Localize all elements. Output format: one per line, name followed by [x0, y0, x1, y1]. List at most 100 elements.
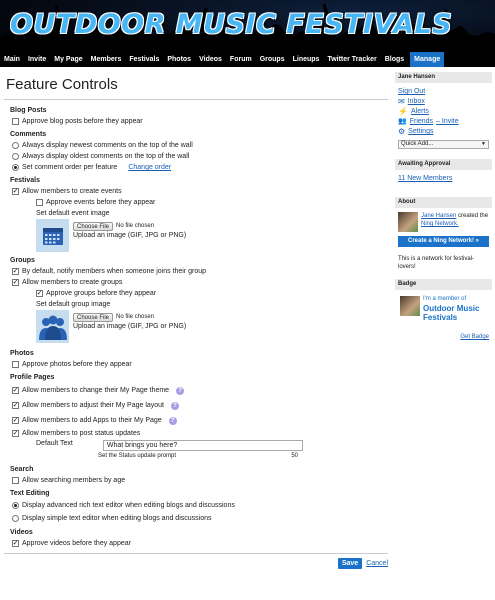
- main-nav: Main Invite My Page Members Festivals Ph…: [0, 52, 495, 67]
- option-label: Always display newest comments on the to…: [22, 142, 193, 149]
- event-image-upload: Choose File No file chosen Upload an ima…: [36, 219, 388, 252]
- option-label: Allow members to post status updates: [22, 430, 141, 437]
- option-approve-events[interactable]: Approve events before they appear: [36, 197, 388, 208]
- choose-file-button[interactable]: Choose File: [73, 221, 114, 231]
- checkbox-checked[interactable]: ✓: [36, 290, 43, 297]
- member-badge[interactable]: I'm a member of Outdoor Music Festivals: [398, 294, 489, 332]
- nav-invite[interactable]: Invite: [24, 52, 50, 67]
- network-link[interactable]: Ning Network.: [421, 221, 459, 227]
- checkbox-checked[interactable]: ✓: [12, 188, 19, 195]
- nav-forum[interactable]: Forum: [226, 52, 256, 67]
- option-add-apps[interactable]: ✓ Allow members to add Apps to their My …: [12, 413, 388, 428]
- nav-members[interactable]: Members: [87, 52, 126, 67]
- form-actions: Save Cancel: [4, 558, 388, 569]
- option-approve-blog-posts[interactable]: Approve blog posts before they appear: [12, 116, 388, 127]
- checkbox-checked[interactable]: ✓: [12, 279, 19, 286]
- alerts-link[interactable]: ⚡ Alerts: [395, 107, 492, 117]
- section-groups: Groups: [10, 257, 35, 264]
- file-status: No file chosen: [116, 223, 155, 229]
- option-allow-create-groups[interactable]: ✓ Allow members to create groups: [12, 277, 388, 288]
- about-description: This is a network for festival-lovers!: [398, 256, 475, 270]
- option-comment-order-per-feature[interactable]: Set comment order per feature Change ord…: [12, 162, 388, 173]
- get-badge-link[interactable]: Get Badge: [395, 334, 492, 340]
- checkbox[interactable]: [12, 118, 19, 125]
- help-icon[interactable]: ?: [168, 416, 177, 425]
- invite-friends-link[interactable]: – Invite: [436, 117, 459, 127]
- avatar[interactable]: [398, 212, 418, 232]
- option-change-theme[interactable]: ✓ Allow members to change their My Page …: [12, 383, 388, 398]
- default-event-image-label: Set default event image: [36, 210, 110, 217]
- nav-manage[interactable]: Manage: [410, 52, 445, 67]
- option-label: Allow members to create groups: [22, 279, 123, 286]
- nav-videos[interactable]: Videos: [195, 52, 226, 67]
- calendar-icon: [36, 219, 69, 252]
- choose-file-button[interactable]: Choose File: [73, 312, 114, 322]
- option-label: Allow members to create events: [22, 188, 122, 195]
- option-adjust-layout[interactable]: ✓ Allow members to adjust their My Page …: [12, 398, 388, 413]
- checkbox-checked[interactable]: ✓: [12, 540, 19, 547]
- radio[interactable]: [12, 142, 19, 149]
- checkbox[interactable]: [36, 199, 43, 206]
- user-name: Jane Hansen: [395, 72, 492, 83]
- radio[interactable]: [12, 153, 19, 160]
- option-label: Allow members to change their My Page th…: [22, 387, 170, 394]
- option-notify-group-join[interactable]: ✓ By default, notify members when someon…: [12, 266, 388, 277]
- nav-lineups[interactable]: Lineups: [289, 52, 324, 67]
- envelope-icon: ✉: [398, 97, 405, 106]
- quick-add-select[interactable]: Quick Add... ▼: [398, 140, 489, 149]
- nav-groups[interactable]: Groups: [256, 52, 289, 67]
- created-text: created the: [456, 213, 489, 219]
- section-festivals: Festivals: [10, 177, 40, 184]
- badge-member-text: I'm a member of: [423, 296, 467, 302]
- people-icon: [36, 310, 69, 343]
- nav-festivals[interactable]: Festivals: [125, 52, 163, 67]
- settings-link[interactable]: ⚙ Settings: [395, 127, 492, 137]
- option-rich-editor[interactable]: Display advanced rich text editor when e…: [12, 499, 388, 512]
- friends-link[interactable]: 👥 Friends – Invite: [395, 117, 492, 127]
- checkbox-checked[interactable]: ✓: [12, 268, 19, 275]
- help-icon[interactable]: ?: [176, 386, 185, 395]
- radio[interactable]: [12, 515, 19, 522]
- nav-blogs[interactable]: Blogs: [381, 52, 408, 67]
- nav-twitter-tracker[interactable]: Twitter Tracker: [323, 52, 380, 67]
- checkbox-checked[interactable]: ✓: [12, 402, 19, 409]
- option-search-by-age[interactable]: Allow searching members by age: [12, 475, 388, 486]
- create-network-button[interactable]: Create a Ning Network! »: [398, 236, 489, 247]
- inbox-link[interactable]: ✉ Inbox: [395, 97, 492, 107]
- save-button[interactable]: Save: [337, 558, 363, 569]
- change-order-link[interactable]: Change order: [128, 164, 171, 171]
- option-approve-photos[interactable]: Approve photos before they appear: [12, 359, 388, 370]
- checkbox-checked[interactable]: ✓: [12, 387, 19, 394]
- option-simple-editor[interactable]: Display simple text editor when editing …: [12, 512, 388, 525]
- checkbox-checked[interactable]: ✓: [12, 430, 19, 437]
- checkbox-checked[interactable]: ✓: [12, 417, 19, 424]
- help-icon[interactable]: ?: [171, 401, 180, 410]
- option-oldest-comments[interactable]: Always display oldest comments on the to…: [12, 151, 388, 162]
- option-approve-videos[interactable]: ✓ Approve videos before they appear: [12, 538, 388, 549]
- cancel-link[interactable]: Cancel: [366, 560, 388, 567]
- alert-icon: ⚡: [398, 107, 408, 116]
- new-members-link[interactable]: 11 New Members: [395, 174, 492, 184]
- site-title[interactable]: OUTDOOR MUSIC FESTIVALS: [10, 9, 452, 40]
- nav-main[interactable]: Main: [0, 52, 24, 67]
- radio-selected[interactable]: [12, 164, 19, 171]
- checkbox[interactable]: [12, 477, 19, 484]
- option-label: Approve groups before they appear: [46, 290, 157, 297]
- option-status-updates[interactable]: ✓ Allow members to post status updates: [12, 428, 388, 439]
- option-allow-create-events[interactable]: ✓ Allow members to create events: [12, 186, 388, 197]
- option-label: Allow searching members by age: [22, 477, 126, 484]
- radio-selected[interactable]: [12, 502, 19, 509]
- quick-add-value: Quick Add...: [401, 141, 434, 147]
- nav-my-page[interactable]: My Page: [50, 52, 86, 67]
- option-approve-groups[interactable]: ✓ Approve groups before they appear: [36, 288, 388, 299]
- sidebar: Jane Hansen Sign Out ✉ Inbox ⚡ Alerts 👥 …: [395, 72, 492, 340]
- section-profile-pages: Profile Pages: [10, 374, 55, 381]
- creator-link[interactable]: Jane Hansen: [421, 213, 456, 219]
- option-newest-comments[interactable]: Always display newest comments on the to…: [12, 140, 388, 151]
- status-max-chars: 50: [291, 453, 298, 459]
- status-prompt-input[interactable]: What brings you here?: [102, 440, 303, 451]
- sign-out-link[interactable]: Sign Out: [395, 87, 492, 97]
- option-label: Display advanced rich text editor when e…: [22, 502, 235, 509]
- nav-photos[interactable]: Photos: [163, 52, 195, 67]
- checkbox[interactable]: [12, 361, 19, 368]
